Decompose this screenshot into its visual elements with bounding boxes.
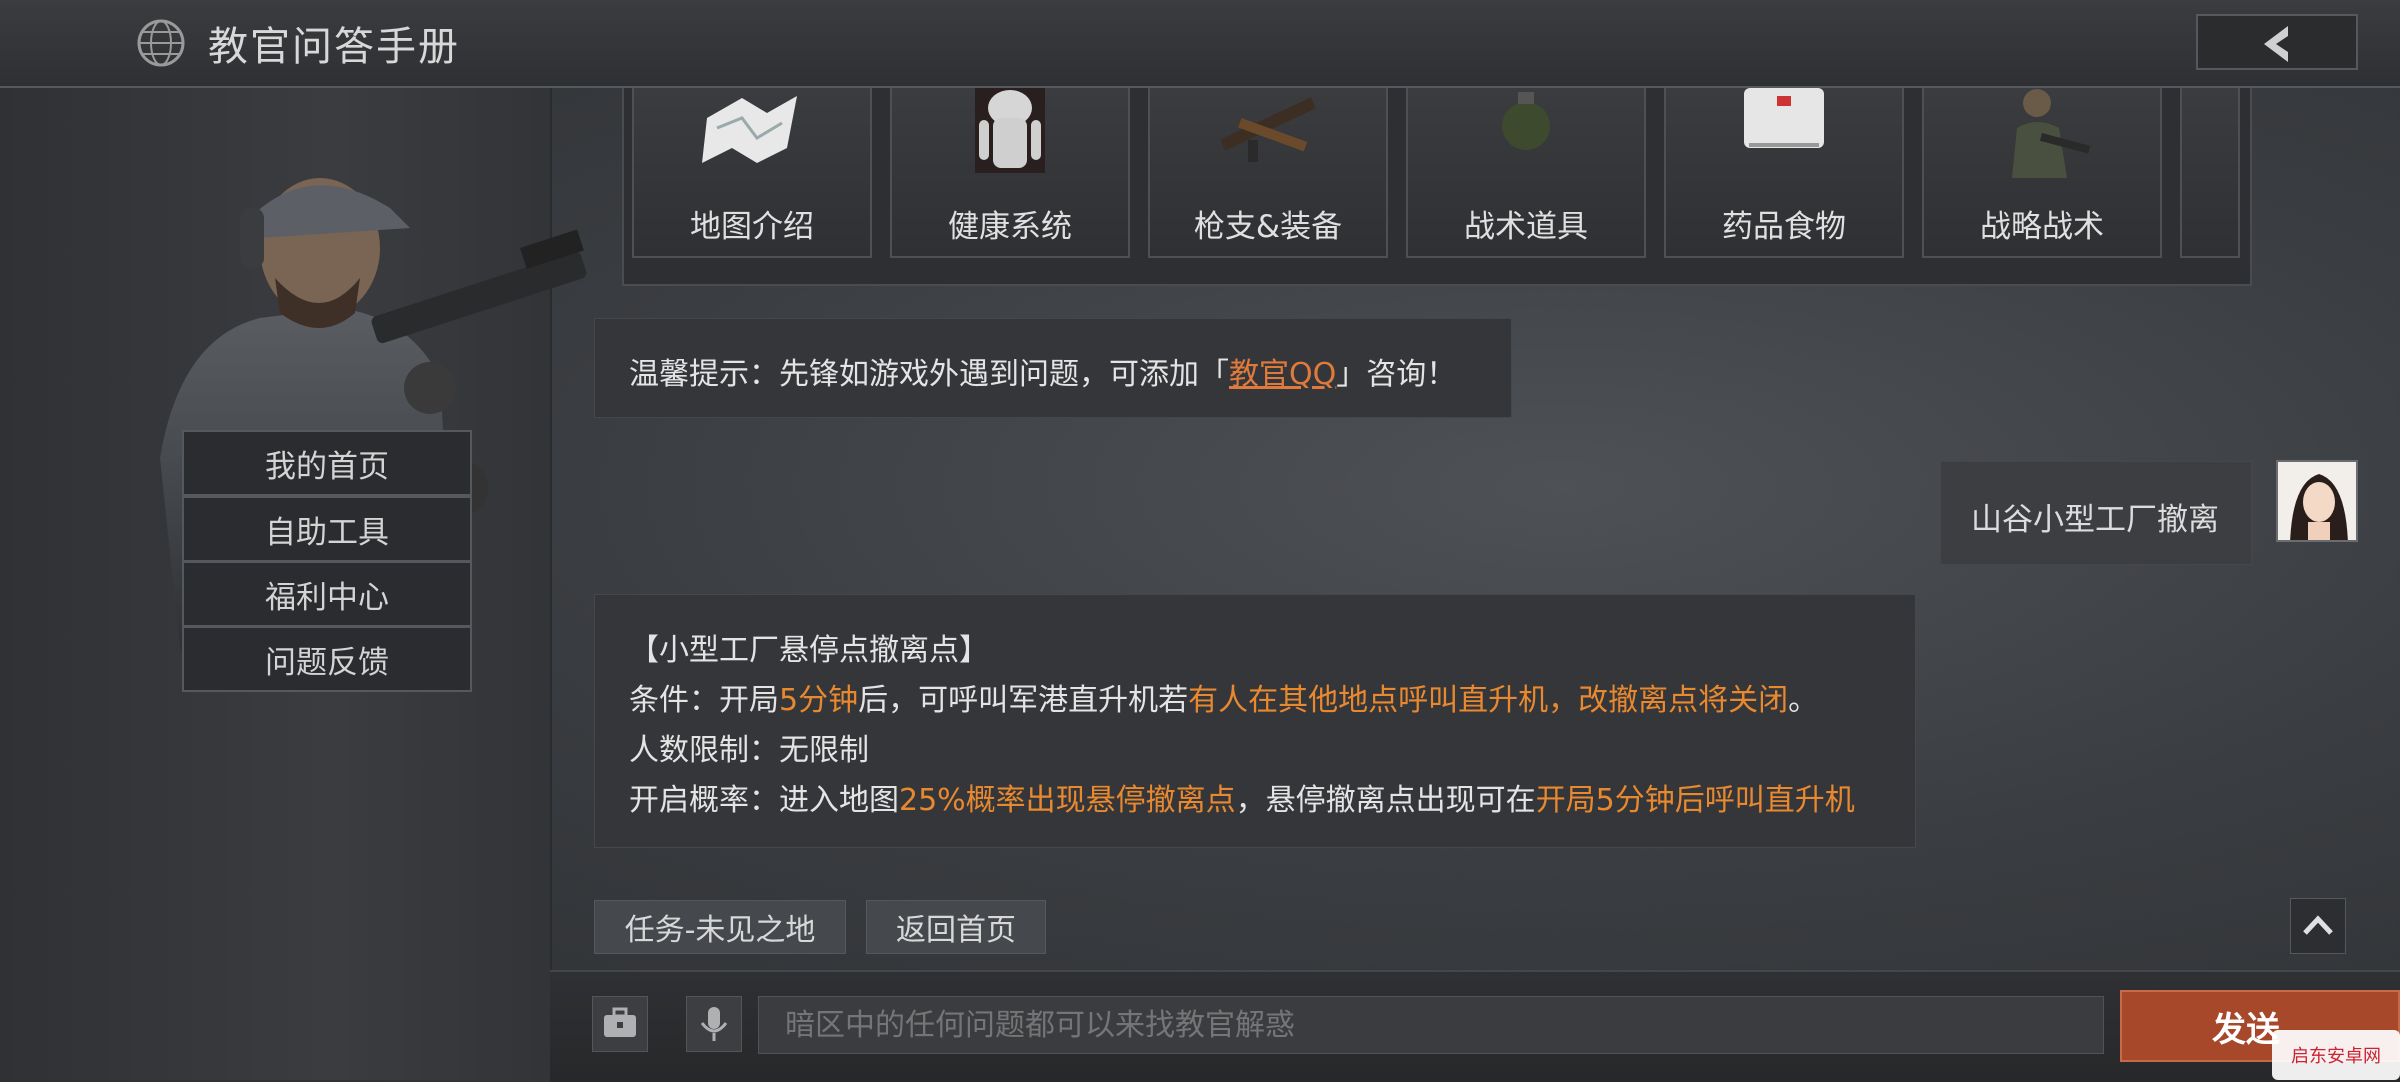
user-message-text: 山谷小型工厂撤离 (1971, 502, 2219, 538)
quick-home-button[interactable]: 返回首页 (866, 900, 1046, 954)
prob-mid: ，悬停撤离点出现可在 (1235, 783, 1536, 818)
question-input[interactable] (758, 996, 2104, 1054)
category-label: 枪支&装备 (1193, 209, 1343, 245)
sidebar-item-welfare[interactable]: 福利中心 (182, 561, 472, 627)
scroll-up-button[interactable] (2290, 898, 2346, 954)
tip-prefix: 温馨提示：先锋如游戏外遇到问题，可添加「 (629, 357, 1229, 392)
sidebar-item-home[interactable]: 我的首页 (182, 430, 472, 496)
qq-link[interactable]: 教官QQ (1229, 357, 1336, 392)
answer-limit: 人数限制：无限制 (629, 733, 869, 768)
prob-highlight-2: 开局5分钟后呼叫直升机 (1535, 783, 1855, 818)
globe-icon (137, 19, 185, 67)
category-label: 战略战术 (1980, 209, 2104, 245)
condition-end: 。 (1788, 683, 1819, 718)
category-tactical[interactable]: 战术道具 (1406, 88, 1646, 258)
condition-highlight: 有人在其他地点呼叫直升机，改撤离点将关闭 (1188, 683, 1789, 718)
category-label: 健康系统 (948, 209, 1072, 245)
microphone-icon (700, 1007, 728, 1041)
sidebar-item-feedback[interactable]: 问题反馈 (182, 626, 472, 692)
condition-label: 条件：开局 (629, 683, 779, 718)
answer-probability: 开启概率：进入地图25%概率出现悬停撤离点，悬停撤离点出现可在开局5分钟后呼叫直… (629, 775, 1855, 819)
soldier-icon (2012, 89, 2091, 178)
left-panel: 我的首页 自助工具 福利中心 问题反馈 (0, 88, 587, 1080)
grenade-icon (1502, 92, 1550, 150)
instructor-answer-bubble: 【小型工厂悬停点撤离点】 条件：开局5分钟后，可呼叫军港直升机若有人在其他地点呼… (594, 594, 1916, 848)
chevron-left-icon (2264, 26, 2288, 62)
medkit-icon (1744, 88, 1824, 148)
category-medicine[interactable]: 药品食物 (1664, 88, 1904, 258)
prob-highlight: 25%概率出现悬停撤离点 (899, 783, 1236, 818)
user-avatar (2276, 460, 2358, 542)
category-more[interactable] (2180, 88, 2240, 258)
voice-button[interactable] (686, 996, 742, 1052)
toolbox-icon (604, 1007, 636, 1037)
tip-text: 温馨提示：先锋如游戏外遇到问题，可添加「教官QQ」咨询！ (629, 349, 1456, 393)
prob-label: 开启概率：进入地图 (629, 783, 899, 818)
quick-task-button[interactable]: 任务-未见之地 (594, 900, 846, 954)
sidebar-item-self-help[interactable]: 自助工具 (182, 496, 472, 562)
category-strategy[interactable]: 战略战术 (1922, 88, 2162, 258)
instructor-tip-bubble: 温馨提示：先锋如游戏外遇到问题，可添加「教官QQ」咨询！ (594, 318, 1512, 418)
answer-title: 【小型工厂悬停点撤离点】 (629, 633, 989, 668)
back-button[interactable] (2196, 14, 2358, 70)
category-health[interactable]: 健康系统 (890, 88, 1130, 258)
watermark: 启东安卓网 (2272, 1030, 2400, 1080)
category-map[interactable]: 地图介绍 (632, 88, 872, 258)
rifle-icon (1220, 97, 1316, 162)
map-icon (702, 96, 797, 163)
condition-time: 5分钟 (779, 683, 859, 718)
condition-mid: 后，可呼叫军港直升机若 (858, 683, 1189, 718)
user-message-bubble: 山谷小型工厂撤离 (1940, 461, 2252, 565)
tip-suffix: 」咨询！ (1336, 357, 1457, 392)
answer-condition: 条件：开局5分钟后，可呼叫军港直升机若有人在其他地点呼叫直升机，改撤离点将关闭。 (629, 675, 1818, 719)
top-header: 教官问答手册 (0, 0, 2400, 88)
category-label: 地图介绍 (690, 209, 814, 245)
category-strip: 地图介绍 健康系统 枪支&装备 战术道具 药品食物 战略战术 (622, 88, 2252, 286)
chevron-up-icon (2303, 915, 2333, 935)
page-title: 教官问答手册 (208, 24, 460, 70)
category-label: 药品食物 (1722, 209, 1846, 245)
category-label: 战术道具 (1464, 209, 1588, 245)
category-weapons[interactable]: 枪支&装备 (1148, 88, 1388, 258)
body-icon (975, 88, 1045, 173)
toolbox-button[interactable] (592, 996, 648, 1052)
